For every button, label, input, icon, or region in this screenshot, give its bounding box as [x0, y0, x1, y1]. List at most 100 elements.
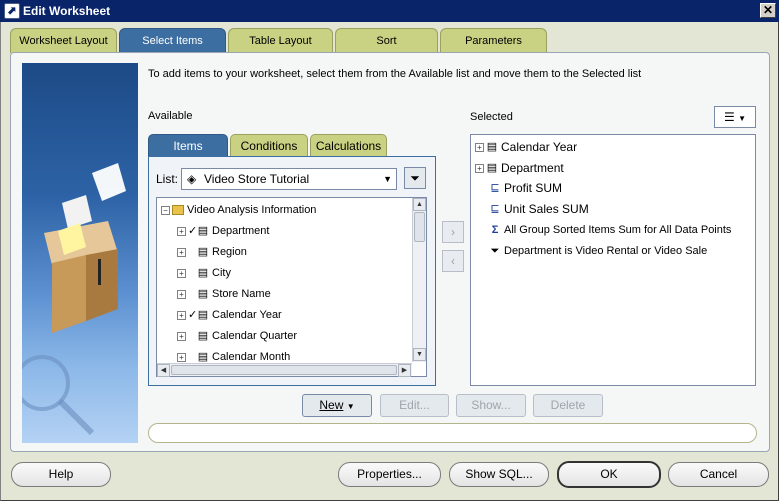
collapse-icon[interactable]: −: [161, 205, 170, 215]
selected-item-group-sum[interactable]: Σ All Group Sorted Items Sum for All Data…: [489, 220, 732, 240]
item-icon: ▤: [486, 162, 498, 175]
chevron-down-icon: ▼: [383, 174, 392, 184]
tree-node-label: Region: [212, 246, 247, 258]
delete-button[interactable]: Delete: [533, 394, 603, 417]
tab-select-items[interactable]: Select Items: [119, 28, 226, 53]
check-icon: ✓: [188, 309, 198, 321]
ok-button[interactable]: OK: [557, 461, 661, 488]
selected-item-unit-sales-sum[interactable]: ⊑ Unit Sales SUM: [489, 199, 589, 219]
tab-sort[interactable]: Sort: [335, 28, 438, 53]
show-sql-button[interactable]: Show SQL...: [449, 462, 549, 487]
scroll-thumb[interactable]: [414, 212, 425, 242]
expand-icon[interactable]: +: [475, 143, 484, 153]
new-button-label: New: [319, 398, 344, 412]
selected-item-label: Calendar Year: [501, 140, 578, 154]
item-icon: ▤: [197, 224, 209, 237]
wizard-illustration: [14, 63, 138, 443]
subtab-items[interactable]: Items: [148, 134, 228, 157]
arrow-right-icon: ›: [451, 225, 455, 239]
move-right-button[interactable]: ›: [442, 221, 464, 243]
tree-node-label: Department: [212, 225, 270, 237]
app-icon: ⬈: [4, 3, 20, 19]
tree-node-region[interactable]: + ▤ Region: [177, 243, 247, 261]
filter-funnel-icon: ⏷: [410, 171, 420, 185]
tree-node-department[interactable]: + ✓▤ Department: [177, 222, 269, 240]
view-options-button[interactable]: ☰ ▼: [714, 106, 756, 128]
window-title: Edit Worksheet: [23, 4, 111, 18]
chevron-down-icon: ▼: [738, 114, 747, 123]
instructions-text: To add items to your worksheet, select t…: [148, 68, 642, 80]
tree-vertical-scrollbar[interactable]: ▲ ▼: [412, 198, 426, 362]
available-label: Available: [148, 110, 193, 122]
title-bar: ⬈ Edit Worksheet ✕: [0, 0, 779, 22]
sigma-icon: Σ: [491, 223, 499, 236]
show-button[interactable]: Show...: [456, 394, 526, 417]
status-bar: [148, 423, 757, 443]
selected-item-label: All Group Sorted Items Sum for All Data …: [504, 224, 732, 236]
filter-list-button[interactable]: ⏷: [404, 167, 426, 189]
tree-node-label: Calendar Year: [212, 309, 282, 321]
item-icon: ▤: [197, 245, 209, 258]
expand-icon[interactable]: +: [177, 310, 186, 320]
selected-item-department[interactable]: + ▤ Department: [475, 158, 564, 178]
selected-item-profit-sum[interactable]: ⊑ Profit SUM: [489, 178, 562, 198]
tab-parameters[interactable]: Parameters: [440, 28, 547, 53]
tree-node-label: Calendar Month: [212, 351, 291, 363]
expand-icon[interactable]: +: [177, 226, 186, 236]
tree-node-city[interactable]: + ▤ City: [177, 264, 231, 282]
expand-icon[interactable]: +: [177, 247, 186, 257]
list-label: List:: [156, 172, 179, 186]
subtab-conditions[interactable]: Conditions: [230, 134, 308, 157]
help-button[interactable]: Help: [11, 462, 111, 487]
selected-label: Selected: [470, 111, 513, 123]
item-icon: ▤: [197, 329, 209, 342]
properties-button[interactable]: Properties...: [338, 462, 441, 487]
tree-node-calendar-quarter[interactable]: + ▤ Calendar Quarter: [177, 327, 297, 345]
tree-node-label: Store Name: [212, 288, 271, 300]
business-area-icon: ◈: [187, 172, 197, 186]
filter-icon: ⏷: [490, 244, 500, 257]
expand-icon[interactable]: +: [177, 352, 186, 362]
edit-button[interactable]: Edit...: [380, 394, 449, 417]
measure-icon: ⊑: [490, 182, 500, 195]
tree-node-label: Calendar Quarter: [212, 330, 297, 342]
tree-horizontal-scrollbar[interactable]: ◀ ▶: [157, 363, 412, 377]
tab-worksheet-layout[interactable]: Worksheet Layout: [10, 28, 117, 53]
tree-node-root[interactable]: − Video Analysis Information: [161, 201, 316, 219]
selected-item-condition[interactable]: ⏷ Department is Video Rental or Video Sal…: [489, 241, 708, 261]
subtab-calculations[interactable]: Calculations: [310, 134, 387, 157]
scroll-up-icon[interactable]: ▲: [413, 198, 426, 211]
scroll-right-icon[interactable]: ▶: [398, 364, 411, 377]
tab-table-layout[interactable]: Table Layout: [228, 28, 333, 53]
scroll-down-icon[interactable]: ▼: [413, 348, 426, 361]
tree-node-store-name[interactable]: + ▤ Store Name: [177, 285, 271, 303]
new-button[interactable]: New ▼: [302, 394, 372, 417]
move-left-button[interactable]: ‹: [442, 250, 464, 272]
expand-icon[interactable]: +: [177, 331, 186, 341]
tree-node-label: City: [212, 267, 231, 279]
expand-icon[interactable]: +: [177, 289, 186, 299]
expand-icon[interactable]: +: [475, 164, 484, 174]
selected-item-label: Profit SUM: [504, 181, 563, 195]
selected-item-label: Department: [501, 161, 564, 175]
measure-icon: ⊑: [490, 203, 500, 216]
tree-node-calendar-year[interactable]: + ✓▤ Calendar Year: [177, 306, 282, 324]
business-area-value: Video Store Tutorial: [204, 172, 310, 186]
tree-node-label: Video Analysis Information: [187, 204, 317, 216]
item-icon: ▤: [197, 350, 209, 363]
business-area-dropdown[interactable]: ◈ Video Store Tutorial ▼: [181, 168, 397, 190]
close-button[interactable]: ✕: [760, 3, 776, 18]
selected-item-label: Department is Video Rental or Video Sale: [504, 245, 708, 257]
item-icon: ▤: [197, 287, 209, 300]
arrow-left-icon: ‹: [451, 254, 455, 268]
folder-icon: [172, 205, 184, 216]
selected-items-list[interactable]: + ▤ Calendar Year + ▤ Department ⊑ Profit SUM…: [470, 134, 756, 386]
selected-item-label: Unit Sales SUM: [504, 202, 589, 216]
expand-icon[interactable]: +: [177, 268, 186, 278]
check-icon: ✓: [188, 225, 198, 237]
available-items-tree[interactable]: − Video Analysis Information + ✓▤ Departmen…: [156, 197, 427, 377]
selected-item-calendar-year[interactable]: + ▤ Calendar Year: [475, 137, 577, 157]
scroll-left-icon[interactable]: ◀: [157, 364, 170, 377]
scroll-thumb-horizontal[interactable]: [171, 365, 397, 375]
cancel-button[interactable]: Cancel: [668, 462, 769, 487]
